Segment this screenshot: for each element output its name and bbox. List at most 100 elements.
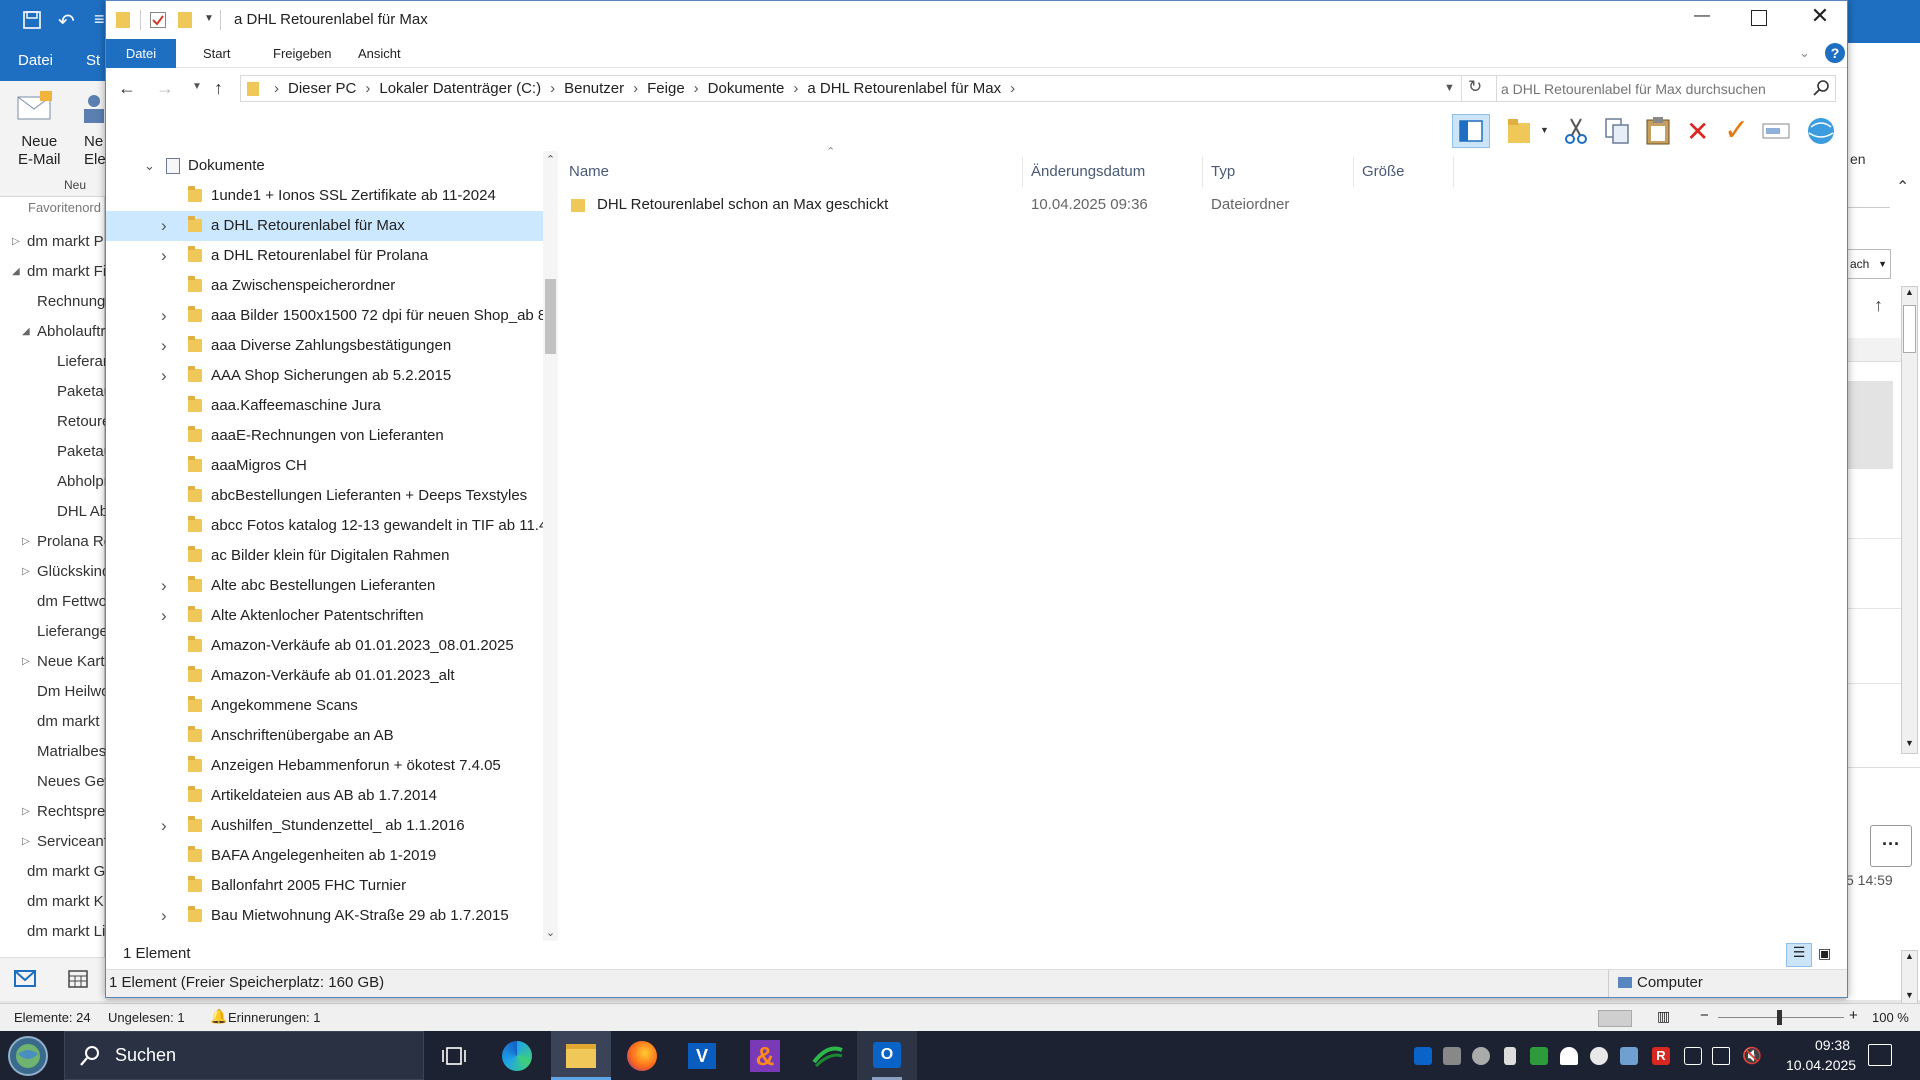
tree-item[interactable]: aaaMigros CH [106, 451, 543, 481]
outlook-nav-item[interactable]: Paketaufl [0, 377, 105, 407]
tray-volume-muted-icon[interactable]: 🔇 [1742, 1046, 1762, 1066]
tree-item[interactable]: › Bau Mietwohnung AK-Straße 29 ab 1.7.201… [106, 901, 543, 931]
breadcrumb-item[interactable]: Benutzer [564, 80, 624, 97]
tray-r-icon[interactable]: R [1652, 1047, 1670, 1065]
tray-shield-icon[interactable] [1560, 1047, 1578, 1065]
favorites-header[interactable]: Favoritenord [28, 200, 101, 215]
tree-expand-icon[interactable]: › [161, 811, 175, 841]
forward-icon[interactable]: → [156, 78, 174, 99]
scroll-up-icon[interactable]: ▲ [1902, 287, 1917, 302]
rename-icon[interactable] [1762, 121, 1790, 141]
outlook-nav-item[interactable]: dm markt G [0, 857, 105, 887]
large-icons-view-icon[interactable]: ▣ [1818, 945, 1831, 962]
firefox-icon[interactable] [627, 1041, 657, 1071]
green-app-icon[interactable] [812, 1044, 844, 1068]
tray-usb-icon[interactable] [1504, 1047, 1516, 1065]
tray-outlook-icon[interactable] [1414, 1047, 1432, 1065]
tree-item[interactable]: › a DHL Retourenlabel für Max [106, 211, 543, 241]
tree-scroll-up-icon[interactable]: ⌃ [543, 153, 558, 166]
calendar-module-icon[interactable] [68, 970, 88, 988]
more-actions-button[interactable]: ··· [1870, 825, 1912, 867]
delete-icon[interactable]: ✕ [1686, 115, 1709, 148]
normal-view-icon[interactable] [1598, 1010, 1632, 1027]
column-type[interactable]: Typ [1203, 157, 1354, 187]
globe-icon[interactable] [1805, 115, 1837, 147]
explorer-taskbar-button[interactable] [551, 1031, 611, 1080]
column-name[interactable]: Name [561, 157, 1023, 187]
outlook-nav-item[interactable]: Neues Gew [0, 767, 105, 797]
outlook-nav-expand-icon[interactable]: ▷ [22, 827, 30, 857]
tree-expand-icon[interactable]: › [161, 601, 175, 631]
tray-display-icon[interactable] [1712, 1047, 1730, 1065]
breadcrumb-chevron-icon[interactable]: › [550, 80, 555, 97]
outlook-nav-item[interactable]: Lieferange [0, 617, 105, 647]
collapse-ribbon-icon[interactable]: ⌃ [1896, 177, 1909, 197]
tree-item[interactable]: 1unde1 + Ionos SSL Zertifikate ab 11-202… [106, 181, 543, 211]
outlook-save-icon[interactable] [22, 10, 42, 30]
tree-item[interactable]: Amazon-Verkäufe ab 01.01.2023_08.01.2025 [106, 631, 543, 661]
qat-dropdown-icon[interactable]: ▼ [204, 13, 214, 24]
tree-expand-icon[interactable]: › [161, 901, 175, 931]
breadcrumb-chevron-icon[interactable]: › [365, 80, 370, 97]
outlook-nav-item[interactable]: dm markt [0, 707, 105, 737]
outlook-nav-expand-icon[interactable]: ◢ [12, 257, 20, 287]
tree-root-chevron-icon[interactable]: ⌄ [144, 151, 155, 181]
tree-item[interactable]: › AAA Shop Sicherungen ab 5.2.2015 [106, 361, 543, 391]
taskbar-search[interactable]: Suchen [64, 1031, 424, 1080]
tree-item[interactable]: BAFA Angelegenheiten ab 1-2019 [106, 841, 543, 871]
search-box[interactable] [1496, 75, 1836, 102]
outlook-nav-expand-icon[interactable]: ▷ [22, 797, 30, 827]
tree-expand-icon[interactable]: › [161, 301, 175, 331]
tree-item[interactable]: › Alte abc Bestellungen Lieferanten [106, 571, 543, 601]
new-folder-qat-icon[interactable] [178, 12, 192, 28]
outlook-tab-file[interactable]: Datei [18, 52, 53, 69]
back-icon[interactable]: ← [118, 78, 136, 99]
outlook-nav-item[interactable]: DHL Abh [0, 497, 105, 527]
start-button[interactable] [8, 1036, 48, 1076]
tree-item[interactable]: Anschriftenübergabe an AB [106, 721, 543, 751]
help-icon[interactable]: ? [1825, 43, 1845, 63]
message-list-scrollbar[interactable]: ▲ ▼ [1901, 286, 1918, 754]
breadcrumb-item[interactable]: a DHL Retourenlabel für Max [807, 80, 1001, 97]
breadcrumb-chevron-icon[interactable]: › [1010, 80, 1015, 97]
outlook-nav-item[interactable]: ▷ dm markt P [0, 227, 105, 257]
outlook-nav-item[interactable]: Paketaufl [0, 437, 105, 467]
sort-up-arrow-icon[interactable]: ↑ [1874, 295, 1883, 316]
tree-item[interactable]: aaa.Kaffeemaschine Jura [106, 391, 543, 421]
outlook-nav-item[interactable]: Retouren [0, 407, 105, 437]
tree-scroll-down-icon[interactable]: ⌄ [543, 926, 558, 939]
ampersand-app-icon[interactable]: & [750, 1040, 780, 1072]
maximize-icon[interactable] [1751, 10, 1767, 26]
tree-item[interactable]: aaaE-Rechnungen von Lieferanten [106, 421, 543, 451]
check-icon[interactable]: ✓ [1724, 113, 1749, 148]
sort-dropdown[interactable]: ach ▼ [1846, 249, 1891, 279]
breadcrumb-item[interactable]: Feige [647, 80, 685, 97]
tray-app-icon[interactable] [1530, 1047, 1548, 1065]
outlook-nav-expand-icon[interactable]: ▷ [22, 527, 30, 557]
tree-item[interactable]: aa Zwischenspeicherordner [106, 271, 543, 301]
reading-scroll-up-icon[interactable]: ▲ [1902, 951, 1917, 966]
zoom-in-icon[interactable]: + [1849, 1007, 1858, 1024]
up-icon[interactable]: ↑ [214, 78, 223, 99]
edge-icon[interactable] [502, 1041, 532, 1071]
scroll-thumb[interactable] [1903, 305, 1916, 353]
outlook-nav-item[interactable]: ◢ dm markt Fi [0, 257, 105, 287]
tree-item[interactable]: abcBestellungen Lieferanten + Deeps Texs… [106, 481, 543, 511]
notification-icon[interactable] [1868, 1044, 1892, 1066]
address-bar[interactable]: › Dieser PC › Lokaler Datenträger (C:) › Benu… [240, 75, 1591, 102]
outlook-nav-expand-icon[interactable]: ▷ [22, 557, 30, 587]
refresh-icon[interactable]: ↻ [1468, 77, 1482, 97]
tree-scroll-thumb[interactable] [545, 279, 556, 354]
breadcrumb-chevron-icon[interactable]: › [793, 80, 798, 97]
recent-locations-icon[interactable]: ▼ [192, 81, 202, 92]
outlook-taskbar-button[interactable]: O [857, 1031, 917, 1080]
breadcrumb-chevron-icon[interactable]: › [274, 80, 279, 97]
tree-item[interactable]: ac Bilder klein für Digitalen Rahmen [106, 541, 543, 571]
reading-view-icon[interactable]: ▥ [1657, 1008, 1670, 1025]
banking-app-icon[interactable]: V [688, 1043, 716, 1069]
tree-item[interactable]: abcc Fotos katalog 12-13 gewandelt in TI… [106, 511, 543, 541]
tree-item[interactable]: Artikeldateien aus AB ab 1.7.2014 [106, 781, 543, 811]
tree-item[interactable]: › aaa Bilder 1500x1500 72 dpi für neuen S… [106, 301, 543, 331]
selected-message-partial[interactable] [1846, 381, 1893, 469]
mail-module-icon[interactable] [14, 970, 36, 988]
